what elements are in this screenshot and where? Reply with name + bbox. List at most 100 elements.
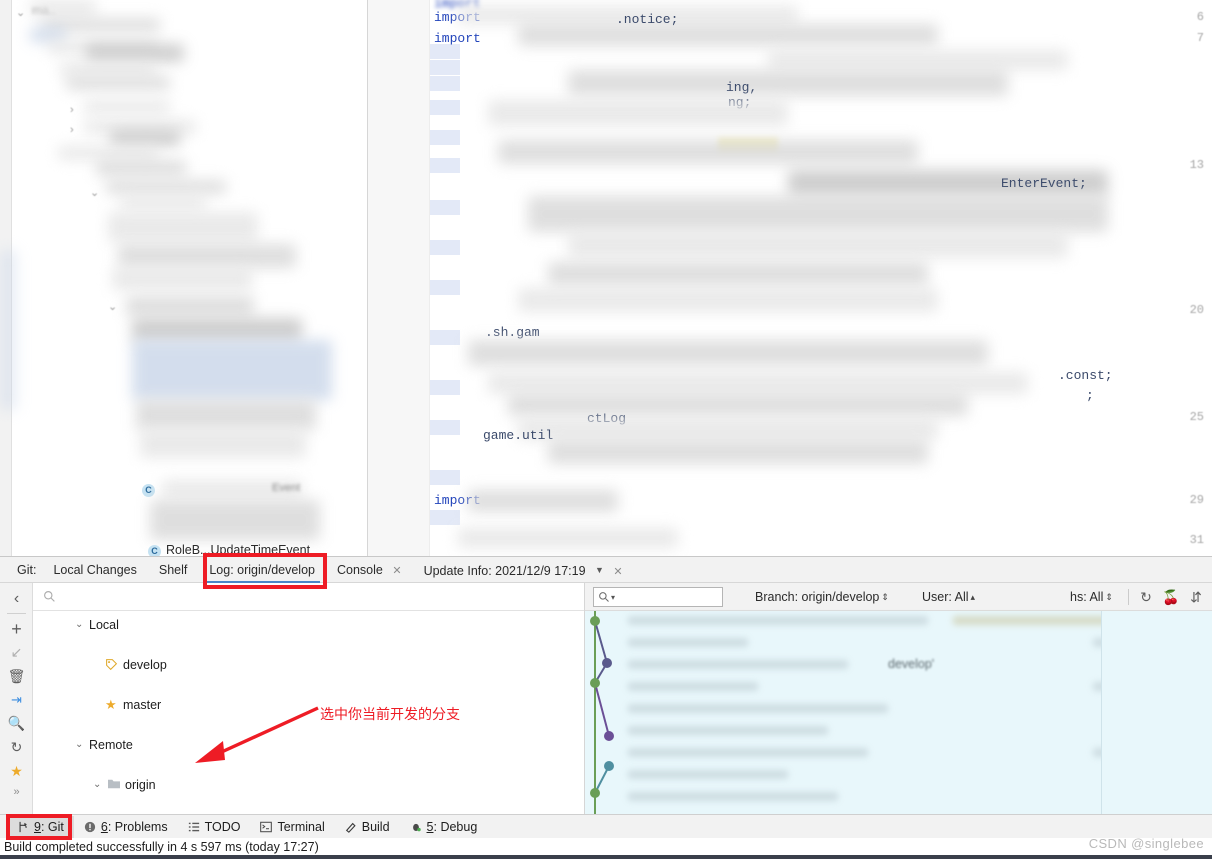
code-fragment: .const; xyxy=(1058,368,1113,383)
git-tool-window: Git: Local Changes Shelf Log: origin/dev… xyxy=(0,556,1212,859)
branch-group-origin[interactable]: ⌄ origin xyxy=(33,775,584,795)
commit-message-blur xyxy=(628,660,848,669)
divider xyxy=(1128,589,1129,605)
commit-message-blur xyxy=(628,770,788,779)
add-icon[interactable]: + xyxy=(0,620,33,638)
log-rows[interactable]: Today 16:5 Today 16:4 develop' Today 15:… xyxy=(585,611,1212,815)
favorite-icon[interactable]: ★ xyxy=(0,764,33,778)
branch-group-local[interactable]: ⌄ Local xyxy=(33,615,584,635)
close-icon[interactable]: ✕ xyxy=(613,559,622,585)
commit-message-blur xyxy=(628,638,748,647)
line-number: 7 xyxy=(1196,31,1204,45)
refresh-icon[interactable]: ↻ xyxy=(0,740,33,754)
terminal-icon xyxy=(260,821,273,833)
annotation-text: 选中你当前开发的分支 xyxy=(320,707,460,723)
statusbar-item-debug[interactable]: 5: Debug xyxy=(400,816,488,838)
chevron-right-icon[interactable]: › xyxy=(70,104,74,116)
ide-window: ⌄ ma.. › › ⌄ ⌄ xyxy=(0,0,1212,859)
tab-shelf[interactable]: Shelf xyxy=(148,557,199,583)
debug-icon xyxy=(410,821,422,833)
line-number: 20 xyxy=(1189,303,1204,317)
watermark: CSDN @singlebee xyxy=(1088,836,1204,851)
code-fragment: EnterEvent; xyxy=(1001,176,1087,191)
update-project-icon[interactable]: ⇵ xyxy=(1187,588,1205,606)
chevron-down-icon[interactable]: ⌄ xyxy=(90,186,99,199)
branch-search-input[interactable] xyxy=(64,589,504,604)
tree-blur xyxy=(150,500,320,540)
line-number: 29 xyxy=(1189,493,1204,507)
branch-label: develop xyxy=(123,658,167,672)
window-edge xyxy=(0,855,1212,859)
chevron-right-icon[interactable]: › xyxy=(70,124,74,136)
branch-item-local-develop[interactable]: develop xyxy=(33,655,584,675)
code-blur xyxy=(768,50,1068,70)
statusbar-item-todo[interactable]: TODO xyxy=(178,816,251,838)
delete-icon[interactable]: 🗑 xyxy=(0,669,33,683)
code-editor[interactable]: 6 7 13 20 25 29 31 import import import xyxy=(368,0,1212,556)
user-filter-label: User: All xyxy=(922,590,969,604)
branch-label: Local xyxy=(89,618,119,632)
tree-blur xyxy=(86,44,184,62)
scroll-blur xyxy=(0,250,16,410)
updown-icon: ⇕ xyxy=(1105,592,1113,602)
chevron-down-icon[interactable]: ▼ xyxy=(595,557,604,583)
statusbar-label: Problems xyxy=(114,819,168,834)
collapse-left-icon[interactable]: ‹ xyxy=(0,591,33,607)
merge-icon[interactable]: ⇥ xyxy=(0,693,33,706)
code-fragment: import xyxy=(434,31,481,46)
editor-area: ⌄ ma.. › › ⌄ ⌄ xyxy=(0,0,1212,556)
chevron-down-icon[interactable]: ⌄ xyxy=(75,735,83,755)
commit-graph xyxy=(590,611,614,815)
statusbar-label: TODO xyxy=(204,819,241,834)
line-number: 6 xyxy=(1196,10,1204,24)
line-number: 31 xyxy=(1189,533,1204,547)
expand-more-icon[interactable]: » xyxy=(0,787,33,798)
commit-message-fragment: develop' xyxy=(888,657,935,671)
chevron-down-icon[interactable]: ⌄ xyxy=(93,775,101,795)
checkout-icon[interactable]: ↙ xyxy=(0,645,33,659)
tree-blur xyxy=(132,340,332,400)
statusbar-item-problems[interactable]: 6: Problems xyxy=(74,816,178,838)
log-search-box[interactable]: ▾ xyxy=(593,587,723,607)
tree-leaf-blur-text: Event xyxy=(272,482,301,494)
tree-blur xyxy=(30,0,96,16)
search-icon xyxy=(599,592,609,602)
branch-filter[interactable]: Branch: origin/develop ⇕ xyxy=(755,583,889,611)
close-icon[interactable]: ✕ xyxy=(392,558,401,584)
chevron-down-icon[interactable]: ▾ xyxy=(611,593,615,602)
branch-filter-label: Branch: origin/develop xyxy=(755,590,880,604)
code-blur xyxy=(548,262,928,286)
branch-label: Remote xyxy=(89,738,133,752)
status-bar: 9: Git 6: Problems TODO Terminal Build 5… xyxy=(0,814,1212,838)
chevron-down-icon[interactable]: ⌄ xyxy=(16,6,25,19)
code-fragment: .sh.gam xyxy=(485,325,540,340)
code-blur xyxy=(568,232,1068,258)
tree-blur xyxy=(84,100,170,114)
project-tool-window[interactable]: ⌄ ma.. › › ⌄ ⌄ xyxy=(0,0,368,556)
log-toolbar: ▾ Branch: origin/develop ⇕ User: All ▴ hs:… xyxy=(585,583,1212,611)
code-blur xyxy=(518,288,938,312)
line-number: 13 xyxy=(1189,158,1204,172)
folder-icon xyxy=(107,776,121,796)
chevron-down-icon[interactable]: ⌄ xyxy=(75,615,83,635)
tab-update-info[interactable]: Update Info: 2021/12/9 17:19 ▼ ✕ xyxy=(413,557,634,583)
user-filter[interactable]: User: All ▴ xyxy=(922,583,975,611)
chevron-down-icon[interactable]: ⌄ xyxy=(108,300,117,313)
git-log-panel[interactable]: ▾ Branch: origin/develop ⇕ User: All ▴ hs:… xyxy=(585,583,1212,815)
paths-filter[interactable]: hs: All ⇕ xyxy=(1070,583,1113,611)
git-branches-panel[interactable]: ⌄ Local develop ★ master ⌄ Remote ⌄ orig… xyxy=(33,583,585,859)
statusbar-label: Build xyxy=(361,819,390,834)
statusbar-item-build[interactable]: Build xyxy=(335,816,400,838)
refresh-icon[interactable]: ↻ xyxy=(1137,588,1155,606)
log-search-input[interactable] xyxy=(619,590,715,604)
commit-message-blur xyxy=(628,704,888,713)
tree-blur xyxy=(132,318,302,342)
statusbar-item-terminal[interactable]: Terminal xyxy=(250,816,334,838)
search-icon[interactable]: 🔍 xyxy=(0,716,33,730)
code-blur xyxy=(518,24,938,46)
tree-blur xyxy=(136,400,316,430)
todo-icon xyxy=(188,821,200,833)
cherry-pick-icon[interactable]: 🍒 xyxy=(1162,588,1180,606)
tab-local-changes[interactable]: Local Changes xyxy=(42,557,147,583)
tab-console[interactable]: Console ✕ xyxy=(326,557,413,583)
